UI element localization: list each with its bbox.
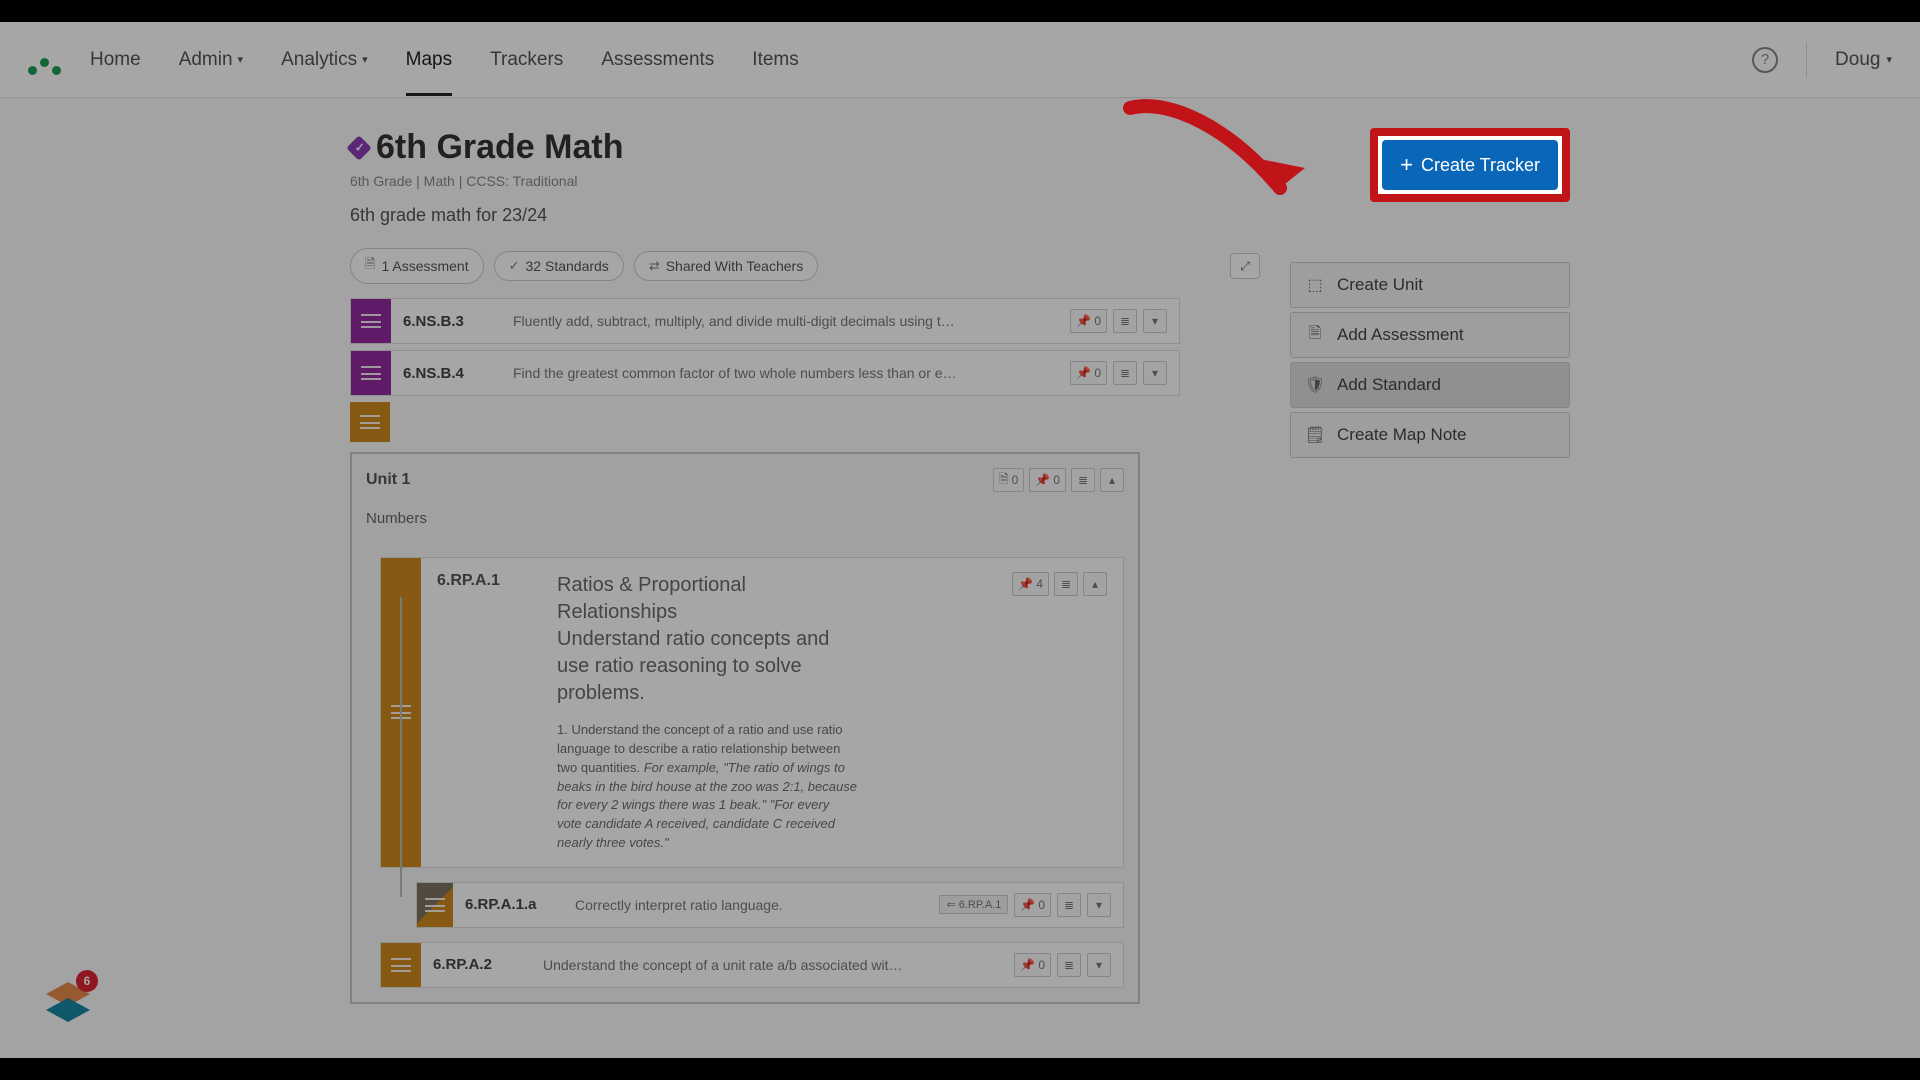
nav-home[interactable]: Home	[90, 49, 141, 71]
top-nav: Home Admin▾ Analytics▾ Maps Trackers Ass…	[0, 22, 1920, 98]
note-icon: 🗒	[1305, 425, 1325, 445]
verified-icon	[346, 135, 371, 160]
list-icon-button[interactable]: ≣	[1054, 572, 1078, 596]
chip-standards[interactable]: ✓32 Standards	[494, 251, 624, 281]
collapse-button[interactable]: ▾	[1143, 309, 1167, 333]
shield-icon: 🛡	[1305, 375, 1325, 395]
create-tracker-button[interactable]: + Create Tracker	[1382, 140, 1558, 190]
chip-shared[interactable]: ⇄Shared With Teachers	[634, 251, 818, 281]
nav-admin[interactable]: Admin▾	[179, 49, 243, 71]
add-assessment-button[interactable]: 🗎Add Assessment	[1290, 312, 1570, 358]
list-icon-button[interactable]: ≣	[1057, 893, 1081, 917]
pin-icon: 📌	[1076, 366, 1091, 380]
divider	[1806, 42, 1807, 78]
unit-card: Unit 1 🗎0 📌0 ≣ ▴ Numbers	[350, 452, 1140, 1004]
user-menu[interactable]: Doug▾	[1835, 49, 1892, 71]
drag-handle[interactable]	[351, 299, 391, 343]
list-icon-button[interactable]: ≣	[1113, 361, 1137, 385]
standard-row[interactable]: 6.RP.A.1 Ratios & Proportional Relations…	[380, 557, 1124, 868]
pin-count[interactable]: 📌4	[1012, 572, 1049, 596]
collapse-button[interactable]: ▴	[1083, 572, 1107, 596]
unit-title: Unit 1	[366, 471, 410, 489]
standard-row[interactable]: 6.NS.B.4 Find the greatest common factor…	[350, 350, 1180, 396]
chevron-down-icon: ▾	[362, 53, 368, 66]
drag-handle[interactable]	[350, 402, 390, 442]
standard-heading: Ratios & Proportional RelationshipsUnder…	[557, 572, 857, 707]
help-icon[interactable]: ?	[1752, 47, 1778, 73]
doc-count[interactable]: 🗎0	[993, 468, 1024, 492]
standard-code: 6.RP.A.2	[433, 956, 513, 973]
collapse-button[interactable]: ▾	[1087, 893, 1111, 917]
nav-analytics[interactable]: Analytics▾	[281, 49, 368, 71]
collapse-button[interactable]: ▾	[1143, 361, 1167, 385]
chevron-down-icon: ▾	[238, 53, 244, 66]
nav-assessments[interactable]: Assessments	[601, 49, 714, 71]
pin-icon: 📌	[1020, 958, 1035, 972]
standard-desc: Find the greatest common factor of two w…	[513, 365, 1040, 381]
standard-row[interactable]: 6.RP.A.2 Understand the concept of a uni…	[380, 942, 1124, 988]
pin-icon: 📌	[1020, 898, 1035, 912]
assessment-icon: 🗎	[365, 255, 375, 277]
standard-desc: Correctly interpret ratio language.	[575, 897, 909, 913]
drag-handle[interactable]	[417, 883, 453, 927]
pin-icon: 📌	[1018, 577, 1033, 591]
list-icon-button[interactable]: ≣	[1113, 309, 1137, 333]
standard-desc: Understand the concept of a unit rate a/…	[543, 957, 984, 973]
standard-row[interactable]: 6.NS.B.3 Fluently add, subtract, multipl…	[350, 298, 1180, 344]
drag-handle[interactable]	[351, 351, 391, 395]
collapse-button[interactable]: ▾	[1087, 953, 1111, 977]
create-unit-button[interactable]: ⬚Create Unit	[1290, 262, 1570, 308]
unit-subtitle: Numbers	[366, 510, 1124, 527]
page-subtitle: 6th grade math for 23/24	[350, 205, 1260, 226]
plus-icon: +	[1400, 152, 1413, 178]
tree-connector	[400, 597, 402, 897]
nav-items[interactable]: Items	[752, 49, 798, 71]
expand-all-button[interactable]: ⤢	[1230, 253, 1260, 279]
standard-code: 6.NS.B.3	[403, 313, 483, 330]
pin-count[interactable]: 📌0	[1029, 468, 1066, 492]
nav-maps[interactable]: Maps	[406, 49, 452, 96]
notification-badge: 6	[76, 970, 98, 992]
standard-row[interactable]: 6.RP.A.1.a Correctly interpret ratio lan…	[416, 882, 1124, 928]
page-title: 6th Grade Math	[350, 128, 1260, 167]
help-widget[interactable]: 6	[42, 976, 94, 1028]
parent-tag: ⇐ 6.RP.A.1	[939, 895, 1008, 914]
share-icon: ⇄	[649, 258, 660, 274]
list-icon-button[interactable]: ≣	[1071, 468, 1095, 492]
check-icon: ✓	[509, 258, 520, 274]
create-map-note-button[interactable]: 🗒Create Map Note	[1290, 412, 1570, 458]
breadcrumb: 6th Grade | Math | CCSS: Traditional	[350, 173, 1260, 189]
chip-assessments[interactable]: 🗎1 Assessment	[350, 248, 484, 284]
doc-icon: 🗎	[999, 470, 1009, 491]
pin-count[interactable]: 📌0	[1014, 893, 1051, 917]
nav-trackers[interactable]: Trackers	[490, 49, 563, 71]
chevron-down-icon: ▾	[1886, 53, 1892, 66]
list-icon-button[interactable]: ≣	[1057, 953, 1081, 977]
standard-code: 6.RP.A.1	[437, 572, 517, 590]
pin-count[interactable]: 📌0	[1070, 361, 1107, 385]
app-logo	[28, 45, 68, 75]
standard-code: 6.RP.A.1.a	[465, 896, 545, 913]
unit-icon: ⬚	[1305, 275, 1325, 295]
pin-count[interactable]: 📌0	[1070, 309, 1107, 333]
collapse-button[interactable]: ▴	[1100, 468, 1124, 492]
pin-count[interactable]: 📌0	[1014, 953, 1051, 977]
pin-icon: 📌	[1035, 473, 1050, 487]
pin-icon: 📌	[1076, 314, 1091, 328]
assessment-icon: 🗎	[1305, 325, 1325, 345]
standard-body: 1. Understand the concept of a ratio and…	[557, 721, 857, 853]
drag-handle[interactable]	[381, 943, 421, 987]
add-standard-button[interactable]: 🛡Add Standard	[1290, 362, 1570, 408]
create-tracker-highlight: + Create Tracker	[1370, 128, 1570, 202]
standard-code: 6.NS.B.4	[403, 365, 483, 382]
standard-desc: Fluently add, subtract, multiply, and di…	[513, 313, 1040, 329]
